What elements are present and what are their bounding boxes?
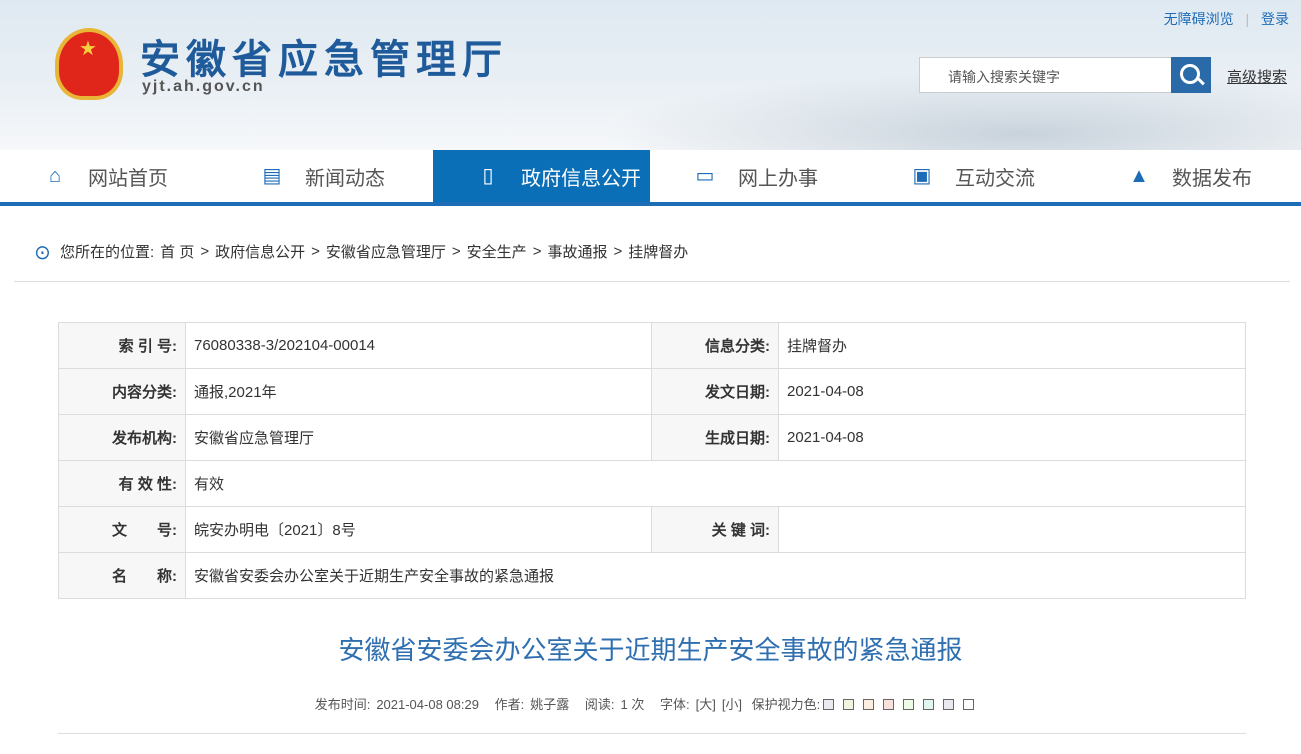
login-link[interactable]: 登录 [1261,11,1289,27]
font-small-button[interactable]: [小] [722,697,742,712]
nav-data[interactable]: ▲ 数据发布 [1084,150,1301,202]
label: 有 效 性: [58,460,186,507]
publish-time: 发布时间: 2021-04-08 08:29 [315,697,485,712]
search-input[interactable]: 请输入搜索关键字 [919,57,1172,93]
label: 名 称: [58,552,186,599]
search-button[interactable] [1171,57,1211,93]
font-large-button[interactable]: [大] [696,697,716,712]
read-count: 阅读: 1 次 [585,697,650,712]
label: 索 引 号: [58,322,186,369]
font-label: 字体: [659,697,690,712]
breadcrumb-sep: > [200,243,210,260]
value: 通报,2021年 [185,368,652,415]
site-domain: yjt.ah.gov.cn [142,78,265,95]
info-table: 索 引 号: 76080338-3/202104-00014 信息分类: 挂牌督办 内… [58,322,1246,599]
value: 挂牌督办 [778,322,1246,369]
top-links: 无障碍浏览 | 登录 [1156,9,1289,29]
color-swatch-button[interactable] [943,699,955,710]
table-row: 发布机构: 安徽省应急管理厅 生成日期: 2021-04-08 [58,414,1246,461]
value: 皖安办明电〔2021〕8号 [185,506,652,553]
breadcrumb-prefix: 您所在的位置: [60,244,155,261]
location-pin-icon: ⊙ [34,241,51,264]
color-swatch-button[interactable] [863,699,875,710]
color-swatch-button[interactable] [963,699,975,710]
nav-label: 网站首页 [88,167,168,190]
nav-label: 互动交流 [955,167,1035,190]
value: 安徽省安委会办公室关于近期生产安全事故的紧急通报 [185,552,1246,599]
label: 信息分类: [651,322,779,369]
read-value: 1 次 [620,697,645,712]
table-row: 索 引 号: 76080338-3/202104-00014 信息分类: 挂牌督办 [58,322,1246,369]
home-icon: ⌂ [48,165,62,187]
breadcrumb-item[interactable]: 事故通报 [547,241,607,262]
color-swatch-button[interactable] [923,699,935,710]
table-row: 文 号: 皖安办明电〔2021〕8号关 键 词: [58,506,1246,553]
eye-care-label: 保护视力色: [751,697,821,712]
publish-value: 2021-04-08 08:29 [376,697,479,712]
breadcrumb-sep: > [451,243,461,260]
breadcrumb-sep: > [613,243,623,260]
monitor-icon: ▭ [695,165,715,187]
chart-icon: ▲ [1129,165,1149,187]
accessible-link[interactable]: 无障碍浏览 [1164,11,1234,27]
value: 安徽省应急管理厅 [185,414,652,461]
color-swatch-button[interactable] [903,699,915,710]
article-meta: 发布时间: 2021-04-08 08:29 作者: 姚子露 阅读: 1 次 字体: [… [0,694,1301,713]
color-swatch-button[interactable] [823,699,835,710]
nav-label: 网上办事 [738,167,818,190]
value [778,506,1246,553]
value: 76080338-3/202104-00014 [185,322,652,369]
national-emblem-logo [55,28,123,100]
nav-label: 数据发布 [1172,167,1252,190]
breadcrumb-sep: > [532,243,542,260]
breadcrumb-item[interactable]: 挂牌督办 [628,241,688,262]
breadcrumb-sep: > [311,243,320,260]
nav-online-service[interactable]: ▭ 网上办事 [650,150,867,202]
label: 关 键 词: [651,506,779,553]
nav-label: 政府信息公开 [521,167,641,190]
label: 发布机构: [58,414,186,461]
news-icon: ▤ [262,165,282,187]
table-row: 有 效 性: 有效 [58,460,1246,507]
divider [58,733,1246,734]
breadcrumb-item[interactable]: 政府信息公开 [215,241,305,262]
article-title: 安徽省安委会办公室关于近期生产安全事故的紧急通报 [338,635,963,665]
label: 发文日期: [651,368,779,415]
nav-home[interactable]: ⌂ 网站首页 [0,150,217,202]
nav-label: 新闻动态 [305,167,385,190]
main-nav: ⌂ 网站首页 ▤ 新闻动态 ▯ 政府信息公开 ▭ 网上办事 ▣ 互动交流 ▲ 数据发布 [0,150,1301,206]
value: 2021-04-08 [778,368,1246,415]
read-label: 阅读: [584,697,615,712]
author: 作者: 姚子露 [495,697,576,712]
table-row: 名 称: 安徽省安委会办公室关于近期生产安全事故的紧急通报 [58,552,1246,599]
breadcrumb-item[interactable]: 安徽省应急管理厅 [326,241,446,262]
value: 有效 [185,460,1246,507]
eye-care-swatches [820,697,980,712]
advanced-search-link[interactable]: 高级搜索 [1227,66,1287,87]
label: 内容分类: [58,368,186,415]
divider: | [1245,11,1250,27]
header: 安徽省应急管理厅 yjt.ah.gov.cn 无障碍浏览 | 登录 请输入搜索关… [0,0,1301,150]
value: 2021-04-08 [778,414,1246,461]
site-title: 安徽省应急管理厅 [140,37,508,83]
label: 生成日期: [651,414,779,461]
breadcrumb: ⊙ 您所在的位置: 首 页 > 政府信息公开 > 安徽省应急管理厅 > 安全生产 > 事… [14,222,1290,282]
chat-icon: ▣ [912,165,932,187]
label: 文 号: [58,506,186,553]
nav-gov-info[interactable]: ▯ 政府信息公开 [433,150,650,202]
color-swatch-button[interactable] [843,699,855,710]
author-label: 作者: [494,697,525,712]
breadcrumb-item[interactable]: 首 页 [160,241,194,262]
author-value: 姚子露 [530,697,570,712]
nav-news[interactable]: ▤ 新闻动态 [217,150,434,202]
breadcrumb-item[interactable]: 安全生产 [467,241,527,262]
document-icon: ▯ [482,165,494,187]
table-row: 内容分类: 通报,2021年 发文日期: 2021-04-08 [58,368,1246,415]
publish-label: 发布时间: [314,697,371,712]
nav-interaction[interactable]: ▣ 互动交流 [867,150,1084,202]
color-swatch-button[interactable] [883,699,895,710]
